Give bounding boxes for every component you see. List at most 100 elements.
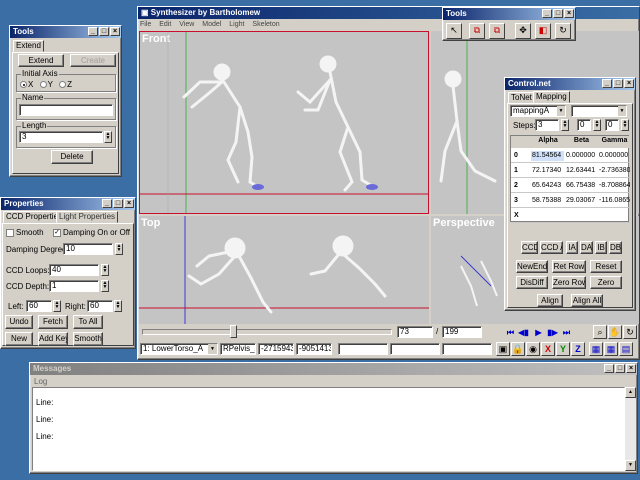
reset-button[interactable]: Reset: [590, 260, 622, 273]
minimize-icon[interactable]: _: [102, 199, 112, 208]
alpha-cell[interactable]: 72.17340: [531, 166, 564, 176]
smooth-checkbox-row[interactable]: Smooth: [6, 228, 44, 237]
maximize-icon[interactable]: □: [615, 364, 625, 373]
table-row[interactable]: 2 65.64243 66.75438 -8.708864: [511, 179, 630, 193]
undo-button[interactable]: Undo: [5, 315, 33, 329]
gamma-cell[interactable]: -8.708864: [598, 181, 630, 191]
beta-cell[interactable]: 12.63441: [565, 166, 597, 176]
align-button[interactable]: Align: [537, 294, 563, 307]
empty-field-2[interactable]: [390, 343, 440, 355]
minimize-icon[interactable]: _: [88, 27, 98, 36]
ccd-depth-input[interactable]: 1: [49, 280, 99, 292]
orbit-icon[interactable]: ↻: [623, 325, 637, 339]
gamma-cell[interactable]: 0.000000: [598, 151, 630, 161]
bone-name-field[interactable]: RPelvis_A: [220, 343, 256, 355]
front-viewport[interactable]: Front: [139, 31, 429, 214]
length-input[interactable]: 3: [19, 131, 103, 143]
axis-z-radio[interactable]: [59, 81, 67, 89]
x-axis-icon[interactable]: X: [541, 342, 555, 356]
close-icon[interactable]: ×: [626, 364, 636, 373]
axis-x-radio[interactable]: [20, 81, 27, 89]
minimize-icon[interactable]: _: [602, 79, 612, 88]
table-row[interactable]: 3 58.75388 29.03067 -116.0865: [511, 194, 630, 208]
disdiff-button[interactable]: DisDiff: [516, 276, 548, 289]
delete-button[interactable]: Delete: [51, 150, 93, 164]
close-icon[interactable]: ×: [624, 79, 634, 88]
damping-checkbox-row[interactable]: ✓ Damping On or Off: [53, 228, 130, 237]
close-icon[interactable]: ×: [564, 9, 574, 18]
alpha-cell[interactable]: 65.64243: [531, 181, 564, 191]
column-header-alpha[interactable]: Alpha: [531, 136, 564, 146]
messages-titlebar[interactable]: Messages _ □ ×: [30, 363, 637, 375]
fetch-button[interactable]: Fetch: [38, 315, 68, 329]
ccd-depth-stepper[interactable]: ▲ ▼: [101, 280, 109, 292]
goto-end-icon[interactable]: ⏭: [561, 327, 572, 338]
gamma-cell[interactable]: -116.0865: [598, 196, 630, 206]
damping-checkbox[interactable]: ✓: [53, 228, 61, 237]
y-axis-icon[interactable]: Y: [556, 342, 570, 356]
close-icon[interactable]: ×: [110, 27, 120, 36]
close-icon[interactable]: ×: [124, 199, 134, 208]
add-bone-icon[interactable]: ⧉: [469, 23, 485, 39]
maximize-icon[interactable]: □: [613, 79, 623, 88]
chevron-down-icon[interactable]: ▼: [618, 106, 626, 116]
rotate-icon[interactable]: ↻: [555, 23, 571, 39]
value-field-1[interactable]: -27159430!: [258, 343, 294, 355]
properties-titlebar[interactable]: Properties _ □ ×: [1, 198, 135, 210]
top-viewport[interactable]: Top: [139, 216, 429, 324]
left-input[interactable]: 60: [26, 300, 52, 312]
tab-mapping[interactable]: Mapping: [533, 91, 570, 103]
zero-button[interactable]: Zero: [590, 276, 622, 289]
log-area[interactable]: Line: Line: Line:: [32, 387, 625, 471]
damping-degree-input[interactable]: 10: [63, 243, 113, 255]
ib-button[interactable]: IB: [595, 241, 607, 254]
scroll-up-icon[interactable]: ▲: [625, 387, 636, 398]
zero-row-button[interactable]: Zero Row: [552, 276, 586, 289]
menu-light[interactable]: Light: [229, 21, 244, 28]
camera-icon[interactable]: ◉: [526, 342, 540, 356]
column-header-beta[interactable]: Beta: [565, 136, 597, 146]
menu-edit[interactable]: Edit: [159, 21, 171, 28]
da-button[interactable]: DA: [580, 241, 593, 254]
value-field-2[interactable]: -90514132: [296, 343, 332, 355]
minimize-icon[interactable]: _: [604, 364, 614, 373]
menu-view[interactable]: View: [179, 21, 194, 28]
step-forward-icon[interactable]: ▮▶: [547, 327, 558, 338]
maximize-icon[interactable]: □: [99, 27, 109, 36]
timeline-thumb[interactable]: [230, 325, 237, 338]
axis-y-radio[interactable]: [39, 81, 47, 89]
damping-degree-stepper[interactable]: ▲ ▼: [115, 243, 123, 255]
steps-input[interactable]: 3: [535, 119, 559, 131]
table-row[interactable]: 1 72.17340 12.63441 -2.736380: [511, 164, 630, 178]
new-button[interactable]: New: [5, 332, 33, 346]
ret-row-button[interactable]: Ret Row: [552, 260, 586, 273]
mapping-select[interactable]: mappingA ▼: [510, 105, 566, 117]
total-frames-field[interactable]: 199: [442, 326, 482, 338]
zoom-icon[interactable]: ⌕: [593, 325, 607, 339]
spin1-input[interactable]: 0: [577, 119, 591, 131]
frame-field[interactable]: 73: [397, 326, 433, 338]
beta-cell[interactable]: 29.03067: [565, 196, 597, 206]
bone-select[interactable]: 1: LowerTorso_A ▼: [140, 343, 218, 355]
scroll-down-icon[interactable]: ▼: [625, 460, 636, 471]
db-button[interactable]: DB: [609, 241, 622, 254]
ccd-loops-stepper[interactable]: ▲ ▼: [101, 264, 109, 276]
z-axis-icon[interactable]: Z: [571, 342, 585, 356]
empty-field-1[interactable]: [338, 343, 388, 355]
gamma-cell[interactable]: -2.736380: [598, 166, 630, 176]
log-scrollbar[interactable]: ▲ ▼: [625, 387, 636, 471]
toolbar-titlebar[interactable]: Tools _ □ ×: [443, 8, 575, 20]
left-stepper[interactable]: ▲ ▼: [53, 300, 61, 312]
pointer-icon[interactable]: ↖: [446, 23, 462, 39]
ia-button[interactable]: IA: [566, 241, 578, 254]
hand-icon[interactable]: ✋: [608, 325, 622, 339]
spin2-input[interactable]: 0: [605, 119, 619, 131]
lock-icon[interactable]: 🔒: [511, 342, 525, 356]
table-row[interactable]: 0 81.54564 0.000000 0.000000: [511, 149, 630, 163]
align-all-button[interactable]: Align All: [571, 294, 603, 307]
timeline-slider[interactable]: [142, 329, 392, 335]
menu-skeleton[interactable]: Skeleton: [252, 21, 279, 28]
name-input[interactable]: [19, 104, 113, 116]
move-icon[interactable]: ✥: [515, 23, 531, 39]
spin2-stepper[interactable]: ▲ ▼: [621, 119, 629, 131]
